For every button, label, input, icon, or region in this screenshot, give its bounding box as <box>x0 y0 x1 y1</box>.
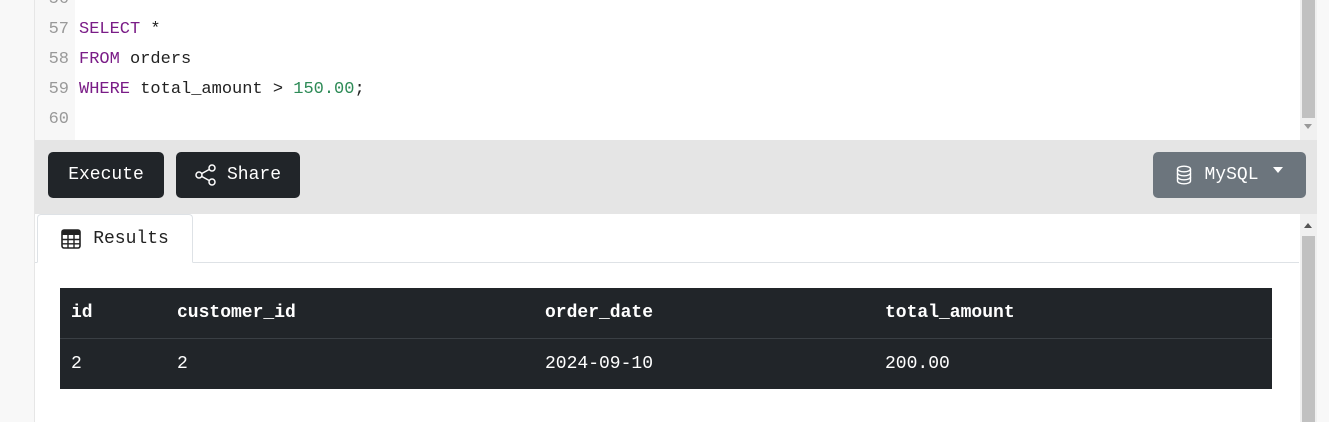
sql-playground: 56 57 58 59 60 SELECT * FROM orders WHER… <box>34 0 1317 422</box>
scroll-up-icon[interactable] <box>1304 223 1312 228</box>
sql-number: 150.00 <box>293 80 355 99</box>
execute-button[interactable]: Execute <box>48 152 164 198</box>
table-icon <box>61 228 81 249</box>
scroll-down-icon[interactable] <box>1304 124 1312 129</box>
code-text: total_amount > <box>130 80 294 99</box>
column-header: order_date <box>534 288 874 339</box>
code-editor[interactable]: 56 57 58 59 60 SELECT * FROM orders WHER… <box>35 0 1317 140</box>
code-text: * <box>140 20 161 39</box>
share-icon <box>195 164 216 186</box>
results-table: id customer_id order_date total_amount 2… <box>60 288 1272 389</box>
toolbar: Execute Share MySQL <box>35 140 1317 214</box>
line-number: 59 <box>48 80 69 99</box>
dialect-dropdown[interactable]: MySQL <box>1153 152 1306 198</box>
execute-label: Execute <box>68 165 144 185</box>
line-number: 56 <box>35 0 69 15</box>
sql-keyword: WHERE <box>79 80 131 99</box>
code-text: ; <box>354 80 365 99</box>
share-button[interactable]: Share <box>176 152 300 198</box>
column-header: id <box>60 288 166 339</box>
table-cell: 2 <box>71 354 82 374</box>
column-header: customer_id <box>166 288 534 339</box>
column-header: total_amount <box>874 288 1272 339</box>
tab-results[interactable]: Results <box>37 214 193 263</box>
line-number: 60 <box>48 110 69 129</box>
sql-keyword: FROM <box>79 50 120 69</box>
share-label: Share <box>226 165 281 185</box>
scrollbar-thumb[interactable] <box>1302 0 1315 118</box>
code-line[interactable]: WHERE total_amount > 150.00; <box>79 75 365 105</box>
line-number: 57 <box>48 20 69 39</box>
table-cell: 2 <box>177 354 188 374</box>
sql-keyword: SELECT <box>79 20 141 39</box>
caret-down-icon <box>1272 167 1283 173</box>
table-row: 2 2 2024-09-10 200.00 <box>60 339 1272 390</box>
editor-scrollbar[interactable] <box>1300 0 1317 140</box>
scrollbar-thumb[interactable] <box>1302 236 1315 422</box>
code-text: orders <box>119 50 192 69</box>
results-tabs: Results <box>35 214 1299 263</box>
dialect-label: MySQL <box>1204 165 1259 185</box>
table-cell: 200.00 <box>885 354 950 374</box>
code-line[interactable]: SELECT * <box>79 15 161 45</box>
results-scrollbar[interactable] <box>1300 214 1317 422</box>
table-header-row: id customer_id order_date total_amount <box>60 288 1272 339</box>
line-gutter: 56 57 58 59 60 <box>35 0 75 140</box>
tab-results-label: Results <box>93 228 169 249</box>
code-line[interactable]: FROM orders <box>79 45 191 75</box>
table-cell: 2024-09-10 <box>545 354 654 374</box>
line-number: 58 <box>48 50 69 69</box>
database-icon <box>1177 165 1192 185</box>
